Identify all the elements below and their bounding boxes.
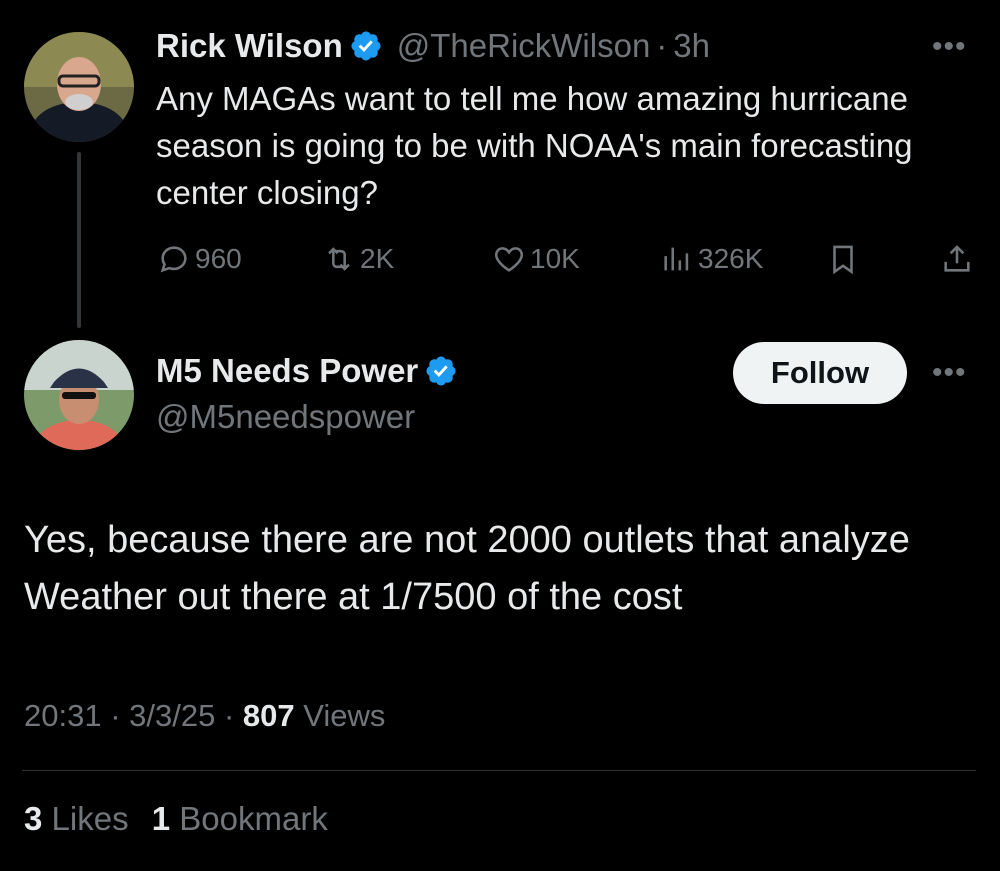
repost-icon: [328, 247, 350, 271]
views-count: 326K: [698, 243, 764, 274]
bookmarks-stat[interactable]: 1 Bookmark: [152, 800, 328, 837]
share-button[interactable]: [940, 242, 974, 276]
like-count: 10K: [530, 243, 580, 274]
reply-date[interactable]: 3/3/25: [129, 698, 215, 733]
reply-stats: 3 Likes 1 Bookmark: [24, 800, 328, 838]
more-icon[interactable]: •••: [932, 30, 967, 64]
verified-badge-icon: [424, 354, 458, 388]
thread-connector-line: [77, 152, 81, 328]
like-icon: [494, 247, 524, 272]
bookmark-icon: [833, 245, 853, 275]
original-tweet-header: Rick Wilson @TheRickWilson · 3h: [156, 27, 710, 65]
reply-views-label: Views: [303, 698, 386, 733]
likes-count: 3: [24, 800, 43, 837]
verified-badge-icon: [349, 29, 383, 63]
likes-stat[interactable]: 3 Likes: [24, 800, 138, 837]
more-icon[interactable]: •••: [932, 356, 967, 390]
avatar-m5-needs-power[interactable]: [24, 340, 134, 450]
bookmarks-count: 1: [151, 800, 171, 837]
reply-meta: 20:31 · 3/3/25 · 807 Views: [24, 698, 385, 734]
avatar-rick-wilson[interactable]: [24, 32, 134, 142]
reply-author-handle[interactable]: @M5needspower: [156, 398, 415, 436]
likes-label: Likes: [51, 800, 129, 837]
repost-count: 2K: [360, 243, 395, 274]
reply-text: Yes, because there are not 2000 outlets …: [24, 519, 910, 618]
reply-count: 960: [195, 243, 242, 274]
reply-author-name-row: M5 Needs Power: [156, 352, 458, 390]
reply-icon: [160, 246, 187, 273]
repost-button[interactable]: 2K: [322, 242, 394, 276]
reply-time[interactable]: 20:31: [24, 698, 102, 733]
views-icon: [664, 247, 689, 271]
author-name[interactable]: Rick Wilson: [156, 27, 343, 65]
bookmarks-label: Bookmark: [179, 800, 328, 837]
reply-button[interactable]: 960: [157, 242, 242, 276]
like-button[interactable]: 10K: [492, 242, 580, 276]
separator-dot: ·: [656, 27, 668, 64]
share-icon: [944, 245, 970, 272]
tweet-time[interactable]: 3h: [673, 27, 710, 65]
bookmark-button[interactable]: [826, 242, 860, 276]
separator-dot: ·: [223, 698, 243, 733]
original-tweet-text: Any MAGAs want to tell me how amazing hu…: [156, 80, 913, 211]
reply-views-count: 807: [242, 698, 295, 733]
author-handle[interactable]: @TheRickWilson: [397, 27, 651, 65]
follow-button[interactable]: Follow: [733, 342, 907, 404]
views-button[interactable]: 326K: [660, 242, 763, 276]
reply-author-name[interactable]: M5 Needs Power: [156, 352, 418, 390]
divider: [22, 770, 976, 771]
separator-dot: ·: [110, 698, 130, 733]
